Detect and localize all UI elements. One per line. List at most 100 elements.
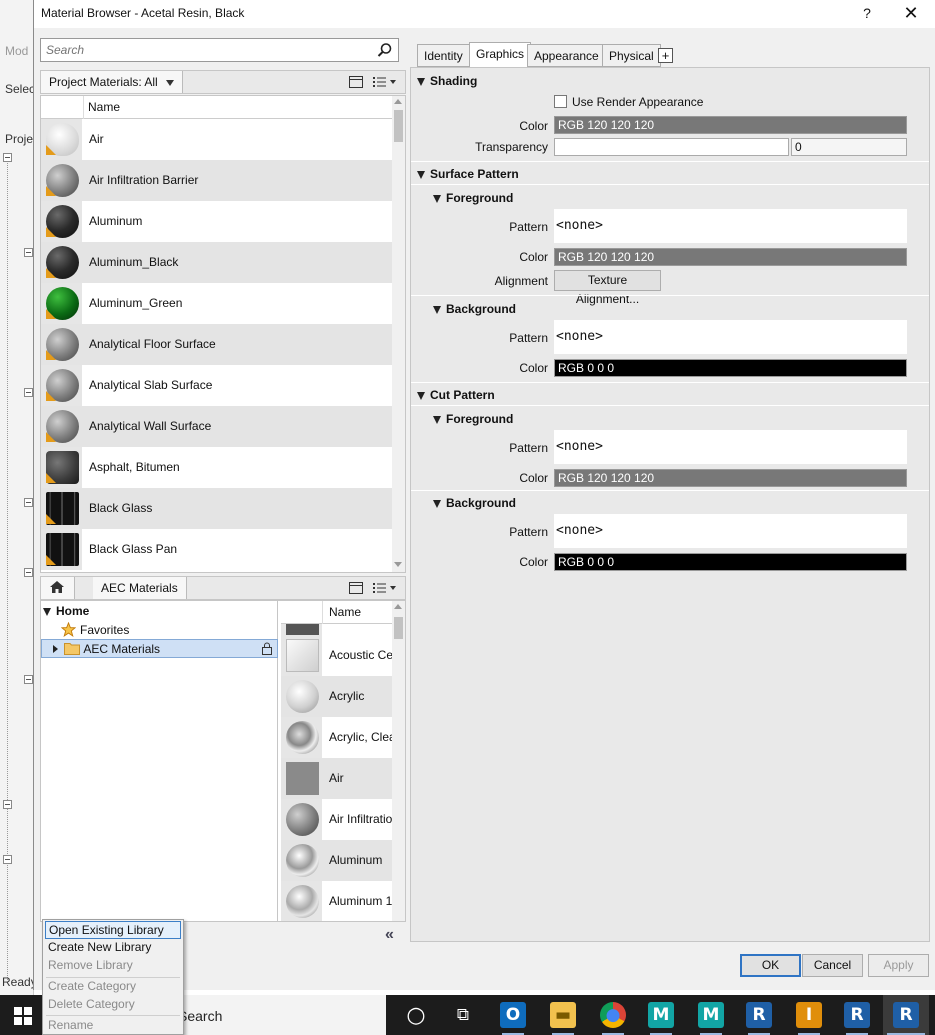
apply-button[interactable]: Apply <box>868 954 929 977</box>
bg-tree-toggle[interactable] <box>24 388 33 397</box>
cancel-button[interactable]: Cancel <box>802 954 863 977</box>
surface-foreground-header[interactable]: Foreground <box>433 191 513 205</box>
vertical-scrollbar[interactable] <box>392 96 405 572</box>
scroll-thumb[interactable] <box>394 617 403 639</box>
project-materials-filter[interactable]: Project Materials: All <box>41 71 183 93</box>
home-button[interactable] <box>41 577 75 599</box>
vertical-scrollbar[interactable] <box>392 601 405 921</box>
cut-foreground-pattern[interactable]: <none> <box>554 430 907 464</box>
ok-button[interactable]: OK <box>740 954 801 977</box>
list-item[interactable]: Analytical Slab Surface <box>41 365 393 406</box>
bg-tree-toggle[interactable] <box>24 568 33 577</box>
view-panel-icon[interactable] <box>348 580 364 596</box>
use-render-appearance-checkbox[interactable] <box>554 95 567 108</box>
shading-color-swatch[interactable]: RGB 120 120 120 <box>554 116 907 134</box>
tab-appearance[interactable]: Appearance <box>527 44 606 67</box>
list-item[interactable]: Asphalt, Bitumen <box>41 447 393 488</box>
close-button[interactable]: ✕ <box>896 3 926 25</box>
cortana-icon[interactable]: ○ <box>393 995 439 1035</box>
list-item[interactable]: Air <box>41 119 393 160</box>
list-item[interactable]: Air Infiltratio <box>281 799 392 840</box>
list-view-icon[interactable] <box>372 580 398 596</box>
cut-background-color-swatch[interactable]: RGB 0 0 0 <box>554 553 907 571</box>
bg-tree-toggle[interactable] <box>24 248 33 257</box>
surface-foreground-pattern[interactable]: <none> <box>554 209 907 243</box>
view-panel-icon[interactable] <box>348 74 364 90</box>
cut-background-header[interactable]: Background <box>433 496 516 510</box>
name-column-header[interactable]: Name <box>83 96 120 119</box>
inventor-icon[interactable]: I <box>786 995 832 1035</box>
help-button[interactable]: ? <box>852 3 882 25</box>
list-item[interactable]: Aluminum 1 <box>281 881 392 921</box>
cut-pattern-section-header[interactable]: Cut Pattern <box>417 388 495 402</box>
surface-background-pattern[interactable]: <none> <box>554 320 907 354</box>
cut-background-pattern[interactable]: <none> <box>554 514 907 548</box>
menu-item-open-existing-library[interactable]: Open Existing Library <box>45 921 181 939</box>
list-item[interactable]: Aluminum <box>281 840 392 881</box>
scroll-up-icon[interactable] <box>394 99 402 104</box>
collapsed-caret-icon[interactable] <box>53 645 58 653</box>
list-item[interactable]: Black Glass Pan <box>41 529 393 570</box>
surface-background-color-swatch[interactable]: RGB 0 0 0 <box>554 359 907 377</box>
file-explorer-icon[interactable]: ▬ <box>540 995 586 1035</box>
list-view-icon[interactable] <box>372 74 398 90</box>
revit-icon[interactable]: R <box>834 995 880 1035</box>
shading-section-header[interactable]: Shading <box>417 74 477 88</box>
surface-background-header[interactable]: Background <box>433 302 516 316</box>
search-box[interactable] <box>40 38 399 62</box>
add-asset-button[interactable]: + <box>658 48 673 63</box>
tab-physical[interactable]: Physical <box>602 44 661 67</box>
menu-item-remove-library[interactable]: Remove Library <box>45 957 181 975</box>
texture-alignment-button[interactable]: Texture Alignment... <box>554 270 661 306</box>
list-item[interactable]: Acrylic <box>281 676 392 717</box>
maya-2018-icon[interactable]: M <box>688 995 734 1035</box>
name-column-header[interactable]: Name <box>322 601 361 624</box>
list-item[interactable]: Analytical Floor Surface <box>41 324 393 365</box>
menu-item-create-category[interactable]: Create Category <box>45 978 181 996</box>
outlook-icon[interactable]: O <box>490 995 536 1035</box>
chrome-icon[interactable]: ● <box>590 995 636 1035</box>
windows-start-icon[interactable] <box>14 1007 32 1025</box>
tree-item-aec-materials[interactable]: AEC Materials <box>41 639 278 658</box>
list-item[interactable]: Acrylic, Clea <box>281 717 392 758</box>
list-item[interactable]: Acoustic Ce <box>281 635 392 676</box>
revit-icon[interactable]: R <box>736 995 782 1035</box>
expand-icon[interactable] <box>43 608 51 616</box>
tree-item-home[interactable]: Home <box>41 602 278 621</box>
scroll-thumb[interactable] <box>394 110 403 142</box>
collapse-panel-icon[interactable]: « <box>385 926 394 944</box>
list-item[interactable]: Aluminum <box>41 201 393 242</box>
search-icon[interactable] <box>377 42 393 58</box>
task-view-icon[interactable]: ⧉ <box>440 995 486 1035</box>
menu-item-create-new-library[interactable]: Create New Library <box>45 939 181 957</box>
list-item[interactable]: Black Glass <box>41 488 393 529</box>
library-crumb[interactable]: AEC Materials <box>93 577 187 599</box>
cut-foreground-color-swatch[interactable]: RGB 120 120 120 <box>554 469 907 487</box>
cut-foreground-header[interactable]: Foreground <box>433 412 513 426</box>
surface-pattern-section-header[interactable]: Surface Pattern <box>417 167 519 181</box>
list-item[interactable] <box>281 624 392 635</box>
revit-active-icon[interactable]: R <box>883 995 929 1035</box>
search-input[interactable] <box>46 40 366 60</box>
list-item[interactable]: Air <box>281 758 392 799</box>
list-item[interactable]: Analytical Wall Surface <box>41 406 393 447</box>
bg-tree-toggle[interactable] <box>3 800 12 809</box>
surface-foreground-color-swatch[interactable]: RGB 120 120 120 <box>554 248 907 266</box>
dialog-titlebar[interactable]: Material Browser - Acetal Resin, Black ?… <box>34 0 935 28</box>
bg-tree-toggle[interactable] <box>24 675 33 684</box>
tab-identity[interactable]: Identity <box>417 44 470 67</box>
transparency-value-field[interactable]: 0 <box>791 138 907 156</box>
list-item[interactable]: Air Infiltration Barrier <box>41 160 393 201</box>
menu-item-rename[interactable]: Rename <box>45 1017 181 1035</box>
list-item[interactable]: Aluminum_Black <box>41 242 393 283</box>
bg-tree-toggle[interactable] <box>3 855 12 864</box>
bg-tree-toggle[interactable] <box>24 498 33 507</box>
tab-graphics[interactable]: Graphics <box>469 42 532 67</box>
list-item[interactable]: Aluminum_Green <box>41 283 393 324</box>
scroll-down-icon[interactable] <box>394 562 402 567</box>
transparency-slider[interactable] <box>554 138 789 156</box>
maya-2019-icon[interactable]: M <box>638 995 684 1035</box>
bg-tree-toggle[interactable] <box>3 153 12 162</box>
scroll-up-icon[interactable] <box>394 604 402 609</box>
menu-item-delete-category[interactable]: Delete Category <box>45 996 181 1014</box>
